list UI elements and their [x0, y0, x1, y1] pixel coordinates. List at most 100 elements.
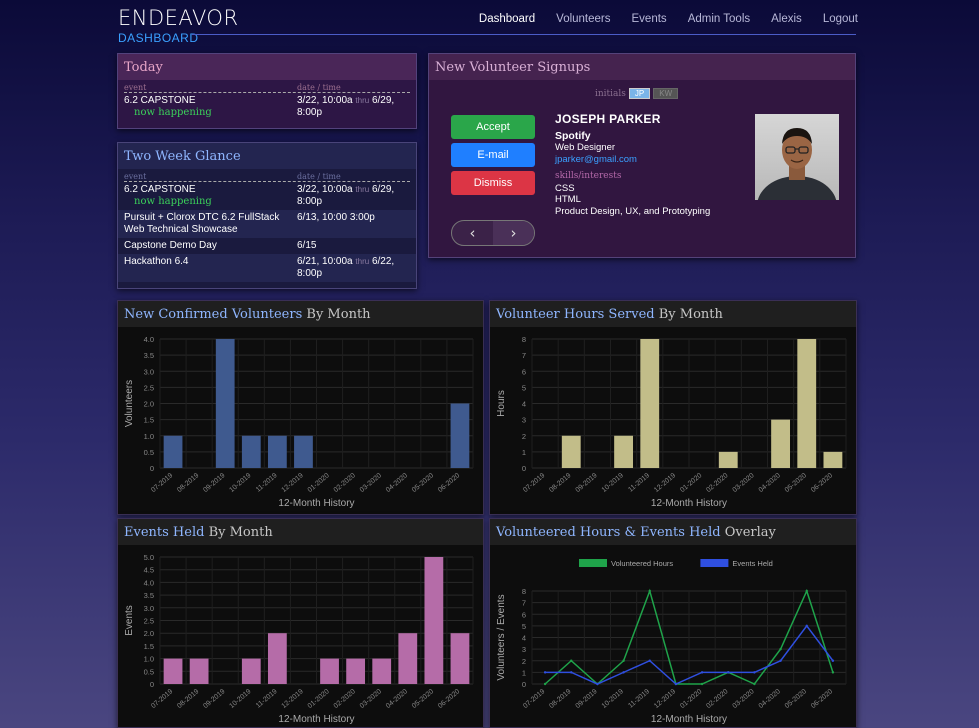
skill-item: Product Design, UX, and Prototyping	[555, 205, 711, 217]
chevron-left-icon[interactable]: ‹	[452, 221, 493, 245]
chart-bar	[424, 557, 444, 684]
y-tick-label: 5.0	[144, 553, 154, 562]
y-tick-label: 4.0	[144, 335, 154, 344]
x-axis-label: 12-Month History	[278, 714, 354, 725]
x-tick-label: 07-2019	[522, 472, 546, 494]
legend-swatch	[700, 559, 729, 567]
table-row[interactable]: Hackathon 6.4 6/21, 10:00a thru 6/22, 8:…	[118, 254, 416, 282]
x-tick-label: 01-2020	[307, 472, 331, 494]
chart-title: Volunteered Hours & Events Held Overlay	[490, 519, 856, 545]
x-tick-label: 03-2020	[359, 688, 383, 710]
dismiss-button[interactable]: Dismiss	[451, 171, 535, 195]
x-tick-label: 03-2020	[732, 688, 756, 710]
data-point	[779, 659, 782, 662]
volunteer-name: JOSEPH PARKER	[555, 112, 661, 126]
nav-events[interactable]: Events	[632, 13, 667, 25]
x-tick-label: 04-2020	[758, 688, 782, 710]
data-point	[622, 671, 625, 674]
y-axis-label: Hours	[496, 390, 507, 417]
chart-title: Events Held By Month	[118, 519, 483, 545]
y-tick-label: 6	[522, 367, 526, 376]
nav-admin-tools[interactable]: Admin Tools	[688, 13, 750, 25]
x-tick-label: 09-2019	[202, 688, 226, 710]
event-status: now happening	[134, 107, 212, 118]
data-point	[622, 659, 625, 662]
chart-bar	[771, 419, 791, 468]
y-tick-label: 0	[522, 464, 526, 473]
y-tick-label: 3.0	[144, 367, 154, 376]
y-tick-label: 3	[522, 416, 526, 425]
nav-volunteers[interactable]: Volunteers	[556, 13, 610, 25]
y-tick-label: 2.5	[144, 617, 154, 626]
x-tick-label: 06-2020	[437, 688, 461, 710]
col-date: date / time	[297, 172, 341, 181]
volunteer-email[interactable]: jparker@gmail.com	[555, 154, 710, 166]
initials-chip-kw[interactable]: KW	[653, 88, 679, 99]
x-tick-label: 07-2019	[522, 688, 546, 710]
col-date: date / time	[297, 83, 341, 92]
table-row[interactable]: Pursuit + Clorox DTC 6.2 FullStack Web T…	[118, 210, 416, 238]
x-tick-label: 12-2019	[653, 472, 677, 494]
x-tick-label: 05-2020	[411, 688, 435, 710]
nav-logout[interactable]: Logout	[823, 13, 858, 25]
event-name: Pursuit + Clorox DTC 6.2 FullStack Web T…	[124, 212, 280, 235]
initials-chip-jp[interactable]: JP	[628, 88, 651, 99]
data-point	[727, 671, 730, 674]
nav-user-alexis[interactable]: Alexis	[771, 13, 802, 25]
table-row[interactable]: Capstone Demo Day 6/15	[118, 238, 416, 254]
chart-bar	[163, 658, 183, 684]
x-tick-label: 01-2020	[307, 688, 331, 710]
y-tick-label: 0	[522, 680, 526, 689]
y-tick-label: 3.5	[144, 591, 154, 600]
y-tick-label: 7	[522, 599, 526, 608]
signup-pager: ‹ ›	[451, 220, 535, 246]
x-tick-label: 07-2019	[150, 688, 174, 710]
email-button[interactable]: E-mail	[451, 143, 535, 167]
data-point	[805, 624, 808, 628]
x-tick-label: 05-2020	[784, 688, 808, 710]
volunteer-photo	[755, 114, 839, 200]
x-tick-label: 06-2020	[810, 688, 834, 710]
table-row[interactable]: 6.2 CAPSTONE now happening 3/22, 10:00a …	[118, 182, 416, 210]
chart-bar	[267, 435, 287, 468]
legend-label: Volunteered Hours	[611, 559, 673, 568]
two-week-table-header: event date / time	[118, 169, 416, 181]
x-tick-label: 05-2020	[784, 472, 808, 494]
x-tick-label: 12-2019	[281, 472, 305, 494]
event-name: 6.2 CAPSTONE	[124, 95, 196, 106]
y-tick-label: 4	[522, 634, 526, 643]
data-point	[648, 659, 651, 662]
y-axis-label: Volunteers	[124, 380, 135, 427]
event-date: 6/21, 10:00a thru 6/22, 8:00p	[297, 256, 395, 279]
volunteer-details: JOSEPH PARKER Spotify Web Designer jpark…	[555, 112, 711, 217]
two-week-panel: Two Week Glance event date / time 6.2 CA…	[117, 142, 417, 289]
y-tick-label: 0.5	[144, 667, 154, 676]
x-tick-label: 11-2019	[255, 472, 279, 494]
table-row[interactable]: 6.2 CAPSTONE now happening 3/22, 10:00a …	[118, 93, 416, 121]
y-tick-label: 2	[522, 657, 526, 666]
y-tick-label: 2.0	[144, 400, 154, 409]
y-tick-label: 0	[150, 680, 154, 689]
logo-subtitle: DASHBOARD	[118, 31, 199, 45]
y-tick-label: 4	[522, 400, 526, 409]
chevron-right-icon[interactable]: ›	[493, 221, 534, 245]
event-date: 6/15	[297, 240, 317, 251]
confirmed-volunteers-chart: New Confirmed Volunteers By Month 0 0.5 1.…	[117, 300, 484, 515]
nav-dashboard[interactable]: Dashboard	[479, 13, 535, 25]
accept-button[interactable]: Accept	[451, 115, 535, 139]
volunteer-signups-panel: New Volunteer Signups initials JP KW Acc…	[428, 53, 856, 258]
chart-bar	[241, 658, 261, 684]
y-tick-label: 2.5	[144, 383, 154, 392]
x-tick-label: 02-2020	[705, 688, 729, 710]
x-tick-label: 12-2019	[281, 688, 305, 710]
x-axis-label: 12-Month History	[651, 498, 727, 509]
data-point	[674, 682, 678, 686]
x-tick-label: 11-2019	[255, 688, 279, 710]
logo[interactable]: ENDEAVOR	[118, 6, 239, 30]
data-point	[700, 671, 704, 674]
volunteer-company: Spotify	[555, 129, 591, 142]
chart-bar	[241, 435, 261, 468]
y-tick-label: 1.0	[144, 432, 154, 441]
x-tick-label: 05-2020	[411, 472, 435, 494]
x-tick-label: 06-2020	[810, 472, 834, 494]
